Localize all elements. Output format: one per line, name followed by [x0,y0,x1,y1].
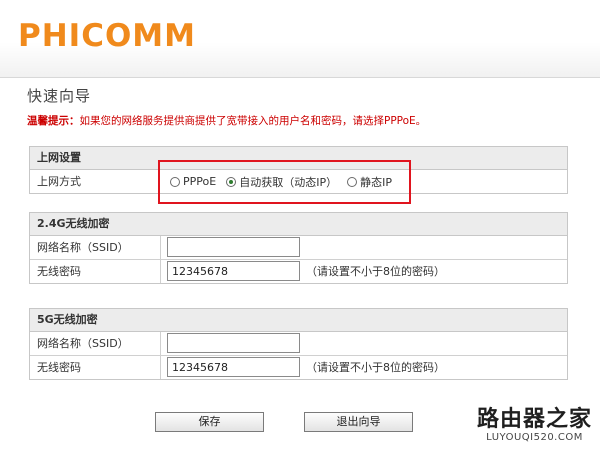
wifi-5g-password-row: 无线密码 （请设置不小于8位的密码） [30,356,567,379]
tip-message: 温馨提示：如果您的网络服务提供商提供了宽带接入的用户名和密码，请选择PPPoE。 [27,113,597,128]
watermark-chinese: 路由器之家 [476,407,592,432]
site-watermark: 路由器之家 LUYOUQI520.COM [477,408,592,444]
wifi-5g-ssid-row: 网络名称（SSID） [30,332,567,356]
wifi-5g-section: 5G无线加密 网络名称（SSID） 无线密码 （请设置不小于8位的密码） [29,308,568,380]
row-divider [160,332,161,355]
wifi-5g-ssid-label: 网络名称（SSID） [37,337,129,350]
row-divider [160,236,161,259]
wifi-24g-password-hint: （请设置不小于8位的密码） [306,265,445,278]
wifi-24g-password-input[interactable] [167,261,300,281]
wifi-5g-ssid-input[interactable] [167,333,300,353]
wifi-24g-password-row: 无线密码 （请设置不小于8位的密码） [30,260,567,283]
wifi-24g-password-label: 无线密码 [37,265,81,278]
wifi-5g-password-input[interactable] [167,357,300,377]
tip-text: 如果您的网络服务提供商提供了宽带接入的用户名和密码，请选择PPPoE。 [79,115,427,127]
save-button[interactable]: 保存 [155,412,264,432]
wifi-5g-password-label: 无线密码 [37,361,81,374]
page-title: 快速向导 [27,87,92,105]
connection-mode-label: 上网方式 [37,175,81,188]
wifi-24g-section: 2.4G无线加密 网络名称（SSID） 无线密码 （请设置不小于8位的密码） [29,212,568,284]
wifi-24g-ssid-row: 网络名称（SSID） [30,236,567,260]
watermark-url: LUYOUQI520.COM [486,432,583,443]
wifi-24g-ssid-input[interactable] [167,237,300,257]
exit-wizard-button[interactable]: 退出向导 [304,412,413,432]
tip-label: 温馨提示： [27,115,80,127]
red-highlight-box [158,160,411,204]
wifi-5g-password-hint: （请设置不小于8位的密码） [306,361,445,374]
wifi-5g-heading: 5G无线加密 [30,309,567,332]
wifi-24g-ssid-label: 网络名称（SSID） [37,241,129,254]
phicomm-logo: PHICOMM [18,18,196,54]
row-divider [160,356,161,379]
header-bar: PHICOMM [0,0,600,78]
row-divider [160,260,161,283]
wifi-24g-heading: 2.4G无线加密 [30,213,567,236]
